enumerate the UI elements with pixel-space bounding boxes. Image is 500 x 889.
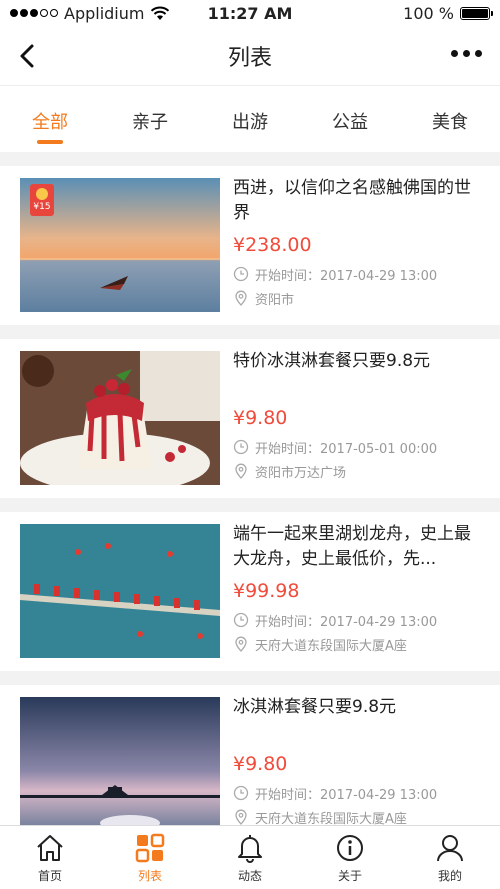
tabbar-label: 关于 [337, 869, 362, 883]
coupon-badge: ¥15 [30, 184, 54, 216]
tabbar-mine[interactable]: 我的 [400, 826, 500, 889]
app: Applidium 11:27 AM 100 % 列表 全部 亲子 出游 公益 … [0, 0, 500, 889]
grid-icon [135, 833, 165, 863]
clock-icon [233, 439, 249, 455]
item-start-time: 开始时间：2017-04-29 13:00 [255, 268, 438, 284]
item-image-sunset-boat: ¥15 [20, 178, 220, 312]
item-price: ¥9.80 [233, 753, 288, 775]
more-icon[interactable] [451, 50, 482, 57]
bell-icon [238, 835, 262, 863]
info-icon [337, 835, 363, 861]
tabbar-label: 我的 [437, 869, 462, 883]
tabbar-home[interactable]: 首页 [0, 826, 100, 889]
status-bar: Applidium 11:27 AM 100 % [0, 0, 500, 26]
back-chevron-icon[interactable] [14, 42, 42, 70]
tabbar-list[interactable]: 列表 [100, 826, 200, 889]
location-pin-icon [235, 463, 247, 479]
location-pin-icon [235, 636, 247, 652]
item-location: 天府大道东段国际大厦A座 [255, 811, 407, 827]
list-item[interactable]: 冰淇淋套餐只要9.8元 ¥9.80 开始时间：2017-04-29 13:00 … [0, 685, 500, 844]
list-item[interactable]: 端午一起来里湖划龙舟，史上最大龙舟，史上最低价，先... ¥99.98 开始时间… [0, 512, 500, 671]
tab-travel[interactable]: 出游 [200, 86, 300, 152]
person-icon [437, 835, 463, 862]
item-location: 资阳市万达广场 [255, 465, 347, 481]
tab-all[interactable]: 全部 [0, 86, 100, 152]
tab-charity[interactable]: 公益 [300, 86, 400, 152]
location-pin-icon [235, 290, 247, 306]
carrier-name: Applidium [64, 3, 145, 23]
item-title: 西进，以信仰之名感触佛国的世界 [233, 178, 471, 223]
clock-icon [233, 266, 249, 282]
status-time: 11:27 AM [207, 3, 293, 23]
item-title: 特价冰淇淋套餐只要9.8元 [233, 351, 431, 371]
signal-icon [10, 9, 58, 17]
item-price: ¥238.00 [233, 234, 312, 256]
page-title: 列表 [227, 45, 272, 71]
item-start-time: 开始时间：2017-04-29 13:00 [255, 614, 438, 630]
tabbar-label: 首页 [37, 869, 62, 883]
item-price: ¥9.80 [233, 407, 288, 429]
tab-family[interactable]: 亲子 [100, 86, 200, 152]
clock-icon [233, 612, 249, 628]
battery-percent: 100 % [403, 3, 454, 23]
activity-list: ¥15 西进，以信仰之名感触佛国的世界 ¥238.00 开始时间：2017-04… [0, 166, 500, 858]
list-item[interactable]: ¥15 西进，以信仰之名感触佛国的世界 ¥238.00 开始时间：2017-04… [0, 166, 500, 325]
location-pin-icon [235, 809, 247, 825]
item-start-time: 开始时间：2017-05-01 00:00 [255, 441, 438, 457]
tabbar-activity[interactable]: 动态 [200, 826, 300, 889]
item-title: 端午一起来里湖划龙舟，史上最大龙舟，史上最低价，先... [233, 524, 471, 569]
tabbar-label: 动态 [237, 869, 262, 883]
item-image-dessert [20, 351, 220, 485]
battery-icon [460, 6, 493, 20]
item-image-dragon-boat [20, 524, 220, 658]
home-icon [37, 835, 63, 861]
item-start-time: 开始时间：2017-04-29 13:00 [255, 787, 438, 803]
item-location: 天府大道东段国际大厦A座 [255, 638, 407, 654]
tabbar-label: 列表 [137, 869, 162, 883]
tabbar-about[interactable]: 关于 [300, 826, 400, 889]
list-item[interactable]: 特价冰淇淋套餐只要9.8元 ¥9.80 开始时间：2017-05-01 00:0… [0, 339, 500, 498]
nav-bar: 列表 [0, 26, 500, 86]
clock-icon [233, 785, 249, 801]
item-image-pier [20, 697, 220, 831]
category-tabs: 全部 亲子 出游 公益 美食 [0, 86, 500, 152]
tab-food[interactable]: 美食 [400, 86, 500, 152]
item-price: ¥99.98 [233, 580, 300, 602]
item-title: 冰淇淋套餐只要9.8元 [233, 697, 397, 717]
item-location: 资阳市 [255, 292, 295, 308]
bottom-tab-bar: 首页 列表 动态 关于 我的 [0, 825, 500, 889]
